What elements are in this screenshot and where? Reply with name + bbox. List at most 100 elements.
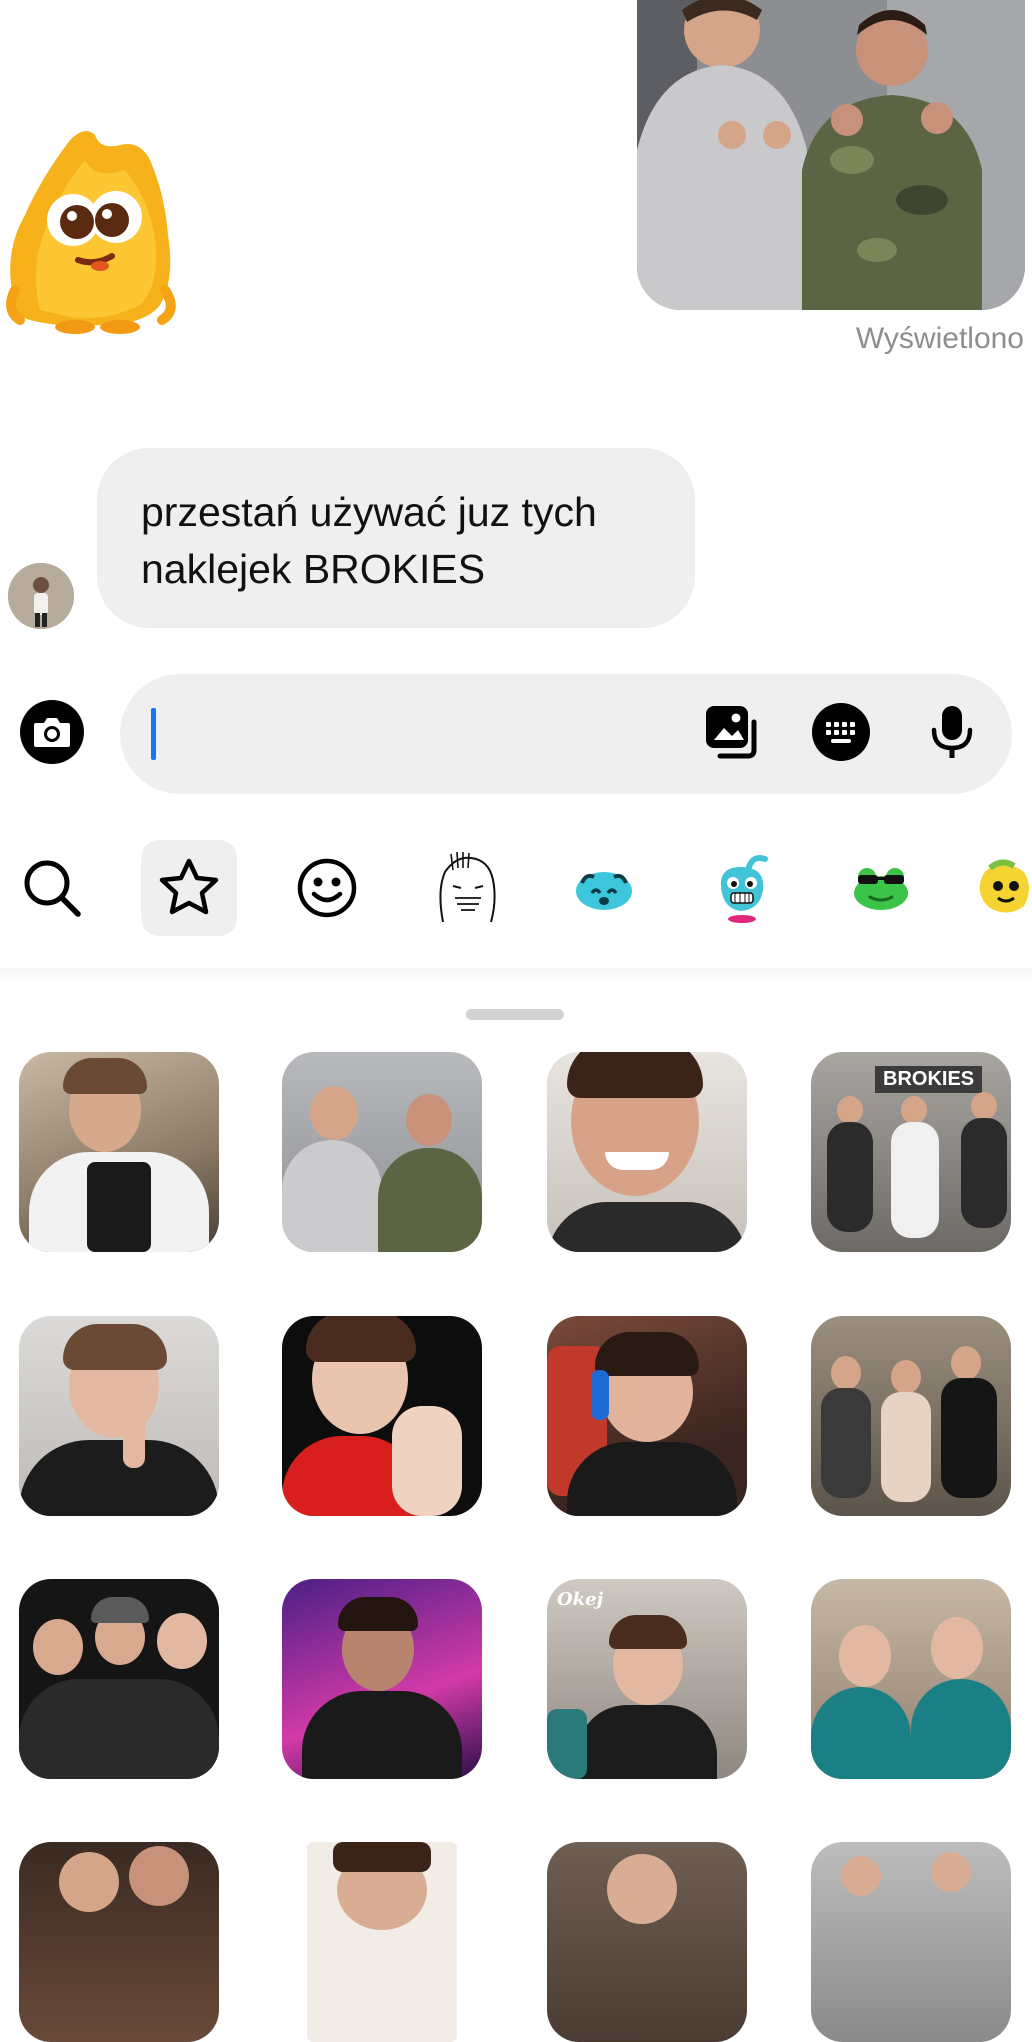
- sticker-hair: [609, 1615, 687, 1649]
- sticker-2[interactable]: [282, 1052, 482, 1252]
- sticker-face: [59, 1852, 119, 1912]
- tab-sticker-pack-4[interactable]: [833, 840, 929, 936]
- sticker-3[interactable]: [547, 1052, 747, 1252]
- sticker-face: [129, 1846, 189, 1906]
- sticker-keyboard-button[interactable]: [809, 700, 873, 764]
- message-line-2: naklejek BROKIES: [141, 546, 486, 592]
- sticker-body: [811, 1687, 911, 1779]
- sticker-body: [821, 1388, 871, 1498]
- sticker-face: [841, 1856, 881, 1896]
- sticker-body: [827, 1122, 873, 1232]
- sticker-face: [310, 1086, 358, 1140]
- sticker-hair: [63, 1058, 147, 1094]
- sticker-1[interactable]: [19, 1052, 219, 1252]
- text-caret: [151, 708, 156, 760]
- yellow-creature-sticker-icon: [979, 859, 1029, 913]
- sticker-face: [931, 1852, 971, 1892]
- sticker-hair: [567, 1052, 703, 1098]
- sticker-hand: [392, 1406, 462, 1516]
- sticker-10[interactable]: [282, 1579, 482, 1779]
- voice-message-button[interactable]: [920, 700, 984, 764]
- sticker-shirt: [87, 1162, 151, 1252]
- sticker-14[interactable]: [307, 1842, 457, 2042]
- sticker-16[interactable]: [811, 1842, 1011, 2042]
- tab-sticker-pack-2[interactable]: [556, 840, 652, 936]
- sticker-face: [607, 1854, 677, 1924]
- sticker-12[interactable]: [811, 1579, 1011, 1779]
- sender-avatar[interactable]: [8, 563, 74, 629]
- microphone-icon: [931, 706, 973, 758]
- cyan-blob-sticker-icon: [576, 872, 632, 910]
- search-icon: [24, 860, 81, 917]
- smiley-icon: [297, 858, 357, 918]
- sticker-headphones: [591, 1370, 609, 1420]
- tray-divider: [0, 968, 1032, 980]
- sticker-7[interactable]: [547, 1316, 747, 1516]
- sticker-5[interactable]: [19, 1316, 219, 1516]
- sticker-body: [547, 1202, 747, 1252]
- tab-sticker-pack-1[interactable]: [418, 840, 514, 936]
- sticker-face: [831, 1356, 861, 1390]
- sticker-text-overlay: BROKIES: [875, 1066, 983, 1093]
- sticker-face: [157, 1613, 207, 1669]
- sticker-face: [891, 1360, 921, 1394]
- star-icon: [159, 858, 219, 915]
- sticker-body: [282, 1140, 382, 1252]
- sticker-body: [881, 1392, 931, 1502]
- sticker-body: [302, 1691, 462, 1779]
- flame-character-icon: [6, 131, 176, 334]
- sticker-hair: [63, 1324, 167, 1370]
- incoming-message-bubble[interactable]: przestań używać juz tych naklejek BROKIE…: [97, 448, 695, 628]
- sent-gif-sticker[interactable]: [637, 0, 1025, 310]
- sticker-15[interactable]: [547, 1842, 747, 2042]
- sticker-hair: [338, 1597, 418, 1631]
- sticker-face: [839, 1625, 891, 1687]
- sticker-body: [19, 1440, 219, 1516]
- sticker-face: [931, 1617, 983, 1679]
- person-avatar-icon: [8, 563, 74, 629]
- tab-favorites[interactable]: [141, 840, 237, 936]
- sticker-body: [378, 1148, 482, 1252]
- sticker-face: [901, 1096, 927, 1124]
- sticker-6[interactable]: [282, 1316, 482, 1516]
- sticker-hand: [123, 1408, 145, 1468]
- sticker-body: [961, 1118, 1007, 1228]
- sticker-face: [406, 1094, 452, 1146]
- gallery-icon: [706, 706, 757, 759]
- sticker-text-overlay: Okej: [557, 1589, 604, 1610]
- sticker-face: [837, 1096, 863, 1124]
- sticker-body: [567, 1442, 737, 1516]
- sticker-face: [33, 1619, 83, 1675]
- sticker-chair: [547, 1709, 587, 1779]
- camera-button[interactable]: [20, 700, 84, 764]
- tab-search[interactable]: [4, 840, 100, 936]
- sticker-body: [941, 1378, 997, 1498]
- two-people-dancing-image: [637, 0, 1025, 310]
- sticker-face: [971, 1092, 997, 1120]
- sticker-hair: [595, 1332, 699, 1376]
- sticker-body: [891, 1122, 939, 1238]
- camera-icon: [34, 718, 70, 747]
- sticker-face: [951, 1346, 981, 1380]
- sticker-body: [577, 1705, 717, 1779]
- gallery-button[interactable]: [700, 700, 764, 764]
- sticker-11[interactable]: Okej: [547, 1579, 747, 1779]
- message-input[interactable]: [120, 674, 1012, 794]
- sketch-face-sticker-icon: [439, 851, 496, 923]
- message-line-1: przestań używać juz tych: [141, 489, 597, 535]
- sticker-4[interactable]: BROKIES: [811, 1052, 1011, 1252]
- tab-sticker-pack-5[interactable]: [968, 840, 1032, 936]
- tab-sticker-pack-3[interactable]: [694, 840, 790, 936]
- sticker-13[interactable]: [19, 1842, 219, 2042]
- seen-status: Wyświetlono: [855, 322, 1024, 355]
- sticker-hair: [333, 1842, 431, 1872]
- green-frog-sticker-icon: [854, 868, 908, 910]
- tab-emoji[interactable]: [279, 840, 375, 936]
- sticker-9[interactable]: [19, 1579, 219, 1779]
- sticker-hair: [306, 1316, 416, 1362]
- sticker-smile: [605, 1152, 669, 1170]
- sticker-8[interactable]: [811, 1316, 1011, 1516]
- sticker-body: [911, 1679, 1011, 1779]
- sent-flame-sticker[interactable]: [0, 120, 185, 335]
- drag-handle[interactable]: [466, 1009, 564, 1020]
